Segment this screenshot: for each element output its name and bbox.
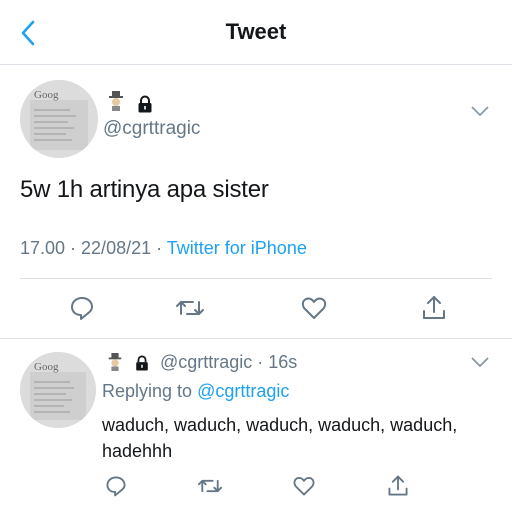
reply-icon <box>106 476 126 497</box>
reply-button[interactable] <box>100 470 132 502</box>
tweet-timestamp: 17.00 · 22/08/21 · <box>20 238 167 258</box>
divider <box>20 278 492 279</box>
reply-text: waduch, waduch, waduch, waduch, waduch, … <box>102 415 458 461</box>
cowboy-emoji-icon <box>106 90 126 112</box>
replying-to: Replying to @cgrttragic <box>102 381 289 402</box>
share-icon <box>388 475 408 496</box>
like-icon <box>301 297 327 319</box>
like-button[interactable] <box>288 470 320 502</box>
like-icon <box>293 477 315 496</box>
share-button[interactable] <box>382 470 414 502</box>
tweet-text: 5w 1h artinya apa sister <box>20 176 269 203</box>
reply-avatar[interactable]: Goog <box>20 352 96 428</box>
reply-handle-time[interactable]: @cgrttragic · 16s <box>160 352 297 373</box>
retweet-button[interactable] <box>194 470 226 502</box>
divider <box>0 338 512 339</box>
lock-icon <box>134 355 150 371</box>
replying-prefix: Replying to <box>102 381 198 401</box>
reply-icon <box>71 297 93 320</box>
retweet-button[interactable] <box>172 290 208 326</box>
chevron-down-icon[interactable] <box>470 355 490 373</box>
like-button[interactable] <box>296 290 332 326</box>
avatar-logo-text: Goog <box>34 89 59 101</box>
tweet-source-link[interactable]: Twitter for iPhone <box>167 238 307 258</box>
cowboy-emoji-icon <box>106 352 124 372</box>
tweet-meta: 17.00 · 22/08/21 · Twitter for iPhone <box>20 238 307 259</box>
share-icon <box>423 296 445 319</box>
avatar-logo-text: Goog <box>34 361 59 373</box>
chevron-down-icon[interactable] <box>470 104 490 122</box>
reply-button[interactable] <box>64 290 100 326</box>
page-title: Tweet <box>225 19 287 44</box>
retweet-icon <box>176 301 204 315</box>
tweet-handle[interactable]: @cgrttragic <box>103 118 200 140</box>
mention-link[interactable]: @cgrttragic <box>197 381 289 401</box>
retweet-icon <box>197 479 223 493</box>
avatar[interactable]: Goog <box>20 80 98 158</box>
lock-icon <box>136 95 154 113</box>
share-button[interactable] <box>416 290 452 326</box>
